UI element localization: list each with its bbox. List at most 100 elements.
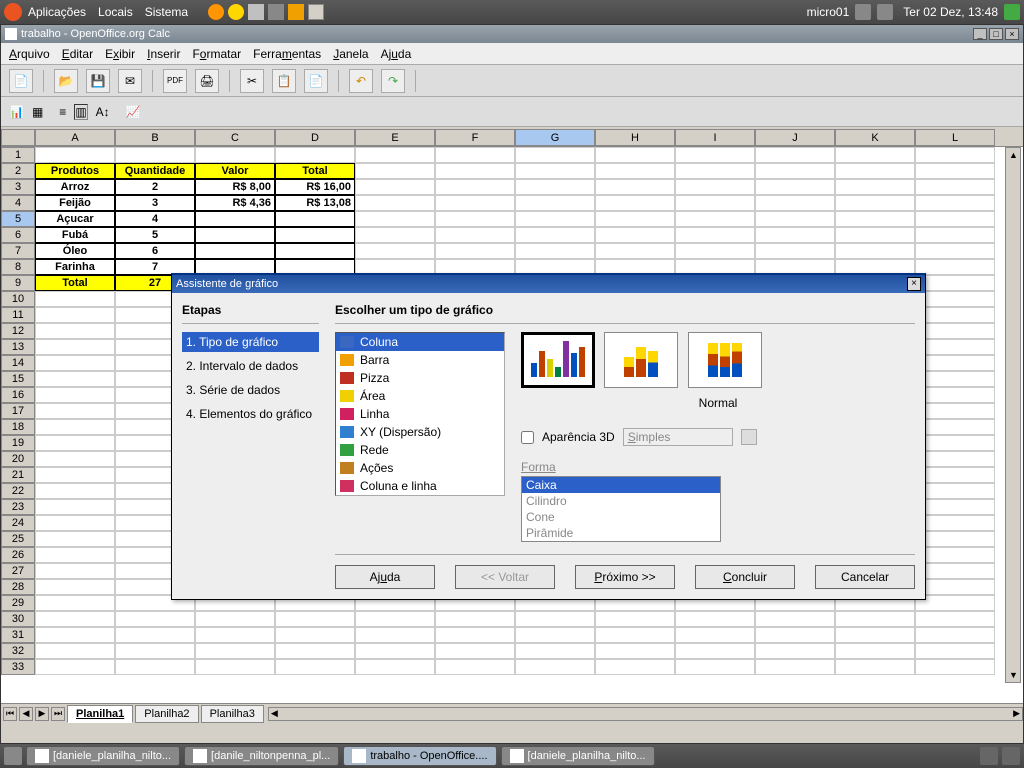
cell-L2[interactable]: [915, 163, 995, 179]
cell-L24[interactable]: [915, 515, 995, 531]
logout-icon[interactable]: [1004, 4, 1020, 20]
column-header-L[interactable]: L: [915, 129, 995, 146]
close-button[interactable]: ×: [1005, 28, 1019, 40]
menu-arquivo[interactable]: Arquivo: [9, 47, 50, 61]
cell-A29[interactable]: [35, 595, 115, 611]
cut-button[interactable]: ✂: [240, 69, 264, 93]
row-header-23[interactable]: 23: [1, 499, 35, 515]
cell-L7[interactable]: [915, 243, 995, 259]
row-header-9[interactable]: 9: [1, 275, 35, 291]
row-header-24[interactable]: 24: [1, 515, 35, 531]
help-button[interactable]: Ajuda: [335, 565, 435, 589]
save-button[interactable]: 💾: [86, 69, 110, 93]
cell-J2[interactable]: [755, 163, 835, 179]
column-header-F[interactable]: F: [435, 129, 515, 146]
column-header-I[interactable]: I: [675, 129, 755, 146]
cell-C6[interactable]: [195, 227, 275, 243]
cell-J1[interactable]: [755, 147, 835, 163]
cell-H32[interactable]: [595, 643, 675, 659]
cell-E30[interactable]: [355, 611, 435, 627]
chart-tool-3[interactable]: 📈: [126, 105, 141, 119]
volume-icon[interactable]: [877, 4, 893, 20]
minimize-button[interactable]: _: [973, 28, 987, 40]
cell-K3[interactable]: [835, 179, 915, 195]
chart-preview-1[interactable]: [521, 332, 595, 388]
cell-B7[interactable]: 6: [115, 243, 195, 259]
cell-A3[interactable]: Arroz: [35, 179, 115, 195]
cell-E6[interactable]: [355, 227, 435, 243]
wizard-step-3[interactable]: 4. Elementos do gráfico: [182, 404, 319, 424]
row-header-2[interactable]: 2: [1, 163, 35, 179]
cell-L12[interactable]: [915, 323, 995, 339]
cell-B1[interactable]: [115, 147, 195, 163]
chart-type-coluna[interactable]: Coluna: [336, 333, 504, 351]
top-menu-apps[interactable]: Aplicações: [28, 5, 86, 19]
cell-D3[interactable]: R$ 16,00: [275, 179, 355, 195]
cell-L26[interactable]: [915, 547, 995, 563]
tab-nav-next[interactable]: ▶: [35, 707, 49, 721]
cell-D30[interactable]: [275, 611, 355, 627]
cell-A11[interactable]: [35, 307, 115, 323]
column-header-H[interactable]: H: [595, 129, 675, 146]
show-desktop-icon[interactable]: [4, 747, 22, 765]
cell-L21[interactable]: [915, 467, 995, 483]
cell-L13[interactable]: [915, 339, 995, 355]
row-header-32[interactable]: 32: [1, 643, 35, 659]
cell-J33[interactable]: [755, 659, 835, 675]
cell-G4[interactable]: [515, 195, 595, 211]
cell-H33[interactable]: [595, 659, 675, 675]
row-header-3[interactable]: 3: [1, 179, 35, 195]
menu-exibir[interactable]: Exibir: [105, 47, 135, 61]
cell-A13[interactable]: [35, 339, 115, 355]
cell-E3[interactable]: [355, 179, 435, 195]
cell-I6[interactable]: [675, 227, 755, 243]
cell-C31[interactable]: [195, 627, 275, 643]
cell-L22[interactable]: [915, 483, 995, 499]
cell-F32[interactable]: [435, 643, 515, 659]
cell-F3[interactable]: [435, 179, 515, 195]
cancel-button[interactable]: Cancelar: [815, 565, 915, 589]
next-button[interactable]: Próximo >>: [575, 565, 675, 589]
row-header-30[interactable]: 30: [1, 611, 35, 627]
cell-E7[interactable]: [355, 243, 435, 259]
cell-L16[interactable]: [915, 387, 995, 403]
firefox-icon[interactable]: [208, 4, 224, 20]
column-header-B[interactable]: B: [115, 129, 195, 146]
row-header-5[interactable]: 5: [1, 211, 35, 227]
chart-type-barra[interactable]: Barra: [336, 351, 504, 369]
row-header-27[interactable]: 27: [1, 563, 35, 579]
cell-K7[interactable]: [835, 243, 915, 259]
cell-B4[interactable]: 3: [115, 195, 195, 211]
wizard-step-0[interactable]: 1. Tipo de gráfico: [182, 332, 319, 352]
cell-D32[interactable]: [275, 643, 355, 659]
cell-I4[interactable]: [675, 195, 755, 211]
cell-C1[interactable]: [195, 147, 275, 163]
axes-button[interactable]: A↕: [96, 105, 110, 119]
cell-A18[interactable]: [35, 419, 115, 435]
pdf-button[interactable]: PDF: [163, 69, 187, 93]
cell-A17[interactable]: [35, 403, 115, 419]
cell-J3[interactable]: [755, 179, 835, 195]
appearance-spinner[interactable]: [741, 429, 757, 445]
cell-A10[interactable]: [35, 291, 115, 307]
chart-type-a--es[interactable]: Ações: [336, 459, 504, 477]
cell-F5[interactable]: [435, 211, 515, 227]
cell-A22[interactable]: [35, 483, 115, 499]
clock-label[interactable]: Ter 02 Dez, 13:48: [903, 5, 998, 19]
cell-J5[interactable]: [755, 211, 835, 227]
column-header-K[interactable]: K: [835, 129, 915, 146]
new-doc-button[interactable]: 📄: [9, 69, 33, 93]
cell-J31[interactable]: [755, 627, 835, 643]
row-header-11[interactable]: 11: [1, 307, 35, 323]
cell-L15[interactable]: [915, 371, 995, 387]
cell-L19[interactable]: [915, 435, 995, 451]
cell-L30[interactable]: [915, 611, 995, 627]
cell-I2[interactable]: [675, 163, 755, 179]
app-icon-2[interactable]: [228, 4, 244, 20]
row-header-13[interactable]: 13: [1, 339, 35, 355]
cell-G33[interactable]: [515, 659, 595, 675]
cell-K5[interactable]: [835, 211, 915, 227]
menu-ferramentas[interactable]: Ferramentas: [253, 47, 321, 61]
chart-type-list[interactable]: ColunaBarraPizzaÁreaLinhaXY (Dispersão)R…: [335, 332, 505, 496]
cell-G32[interactable]: [515, 643, 595, 659]
